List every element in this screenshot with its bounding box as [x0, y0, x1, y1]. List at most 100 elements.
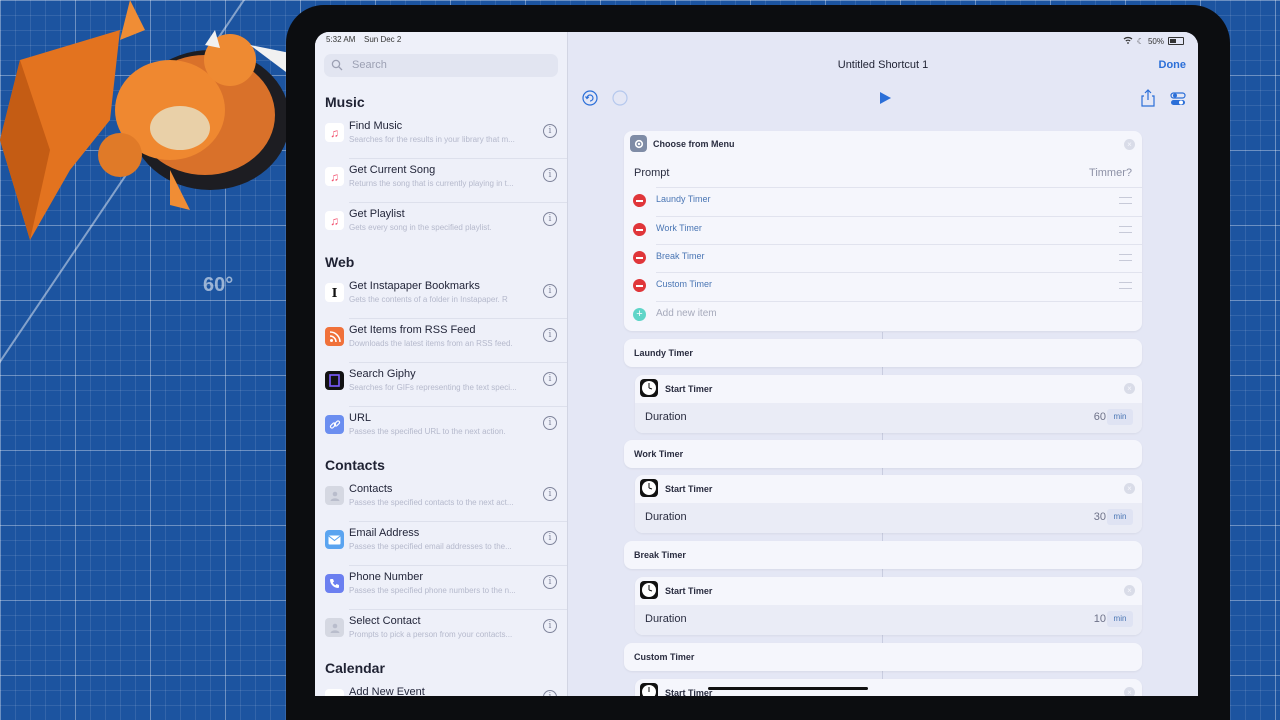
duration-row: Duration 60 min	[635, 403, 1142, 433]
action-title: Start Timer	[665, 688, 713, 696]
reorder-handle-icon[interactable]	[1119, 254, 1132, 261]
section-title-calendar: Calendar	[325, 660, 385, 676]
delete-item-icon[interactable]	[633, 251, 646, 264]
case-label: Break Timer	[634, 550, 686, 560]
action-description: Gets every song in the specified playlis…	[349, 223, 492, 232]
row-divider	[656, 187, 1142, 188]
info-icon[interactable]: i	[543, 487, 557, 501]
action-title: Get Playlist	[349, 208, 405, 220]
add-item-label: Add new item	[656, 308, 717, 319]
action-search-giphy[interactable]: Search Giphy Searches for GIFs represent…	[315, 363, 567, 407]
start-timer-action[interactable]: Start Timer × Duration 60 min	[635, 375, 1142, 433]
action-url[interactable]: URL Passes the specified URL to the next…	[315, 407, 567, 451]
action-contacts[interactable]: Contacts Passes the specified contacts t…	[315, 478, 567, 522]
action-title: Start Timer	[665, 586, 713, 596]
action-email-address[interactable]: Email Address Passes the specified email…	[315, 522, 567, 566]
duration-value-field[interactable]: 60	[1094, 411, 1106, 423]
action-select-contact[interactable]: Select Contact Prompts to pick a person …	[315, 610, 567, 654]
delete-item-icon[interactable]	[633, 194, 646, 207]
delete-item-icon[interactable]	[633, 223, 646, 236]
battery-icon	[1168, 37, 1184, 45]
action-get-playlist[interactable]: ♫ Get Playlist Gets every song in the sp…	[315, 203, 567, 247]
clock-icon	[640, 683, 658, 696]
info-icon[interactable]: i	[543, 284, 557, 298]
start-timer-action[interactable]: Start Timer × Duration 10 min	[635, 577, 1142, 635]
action-title: Get Items from RSS Feed	[349, 324, 476, 336]
menu-item[interactable]: Break Timer	[624, 244, 1142, 272]
action-title: Select Contact	[349, 615, 421, 627]
shortcut-title[interactable]: Untitled Shortcut 1	[568, 59, 1198, 71]
menu-item-label[interactable]: Laundy Timer	[656, 194, 711, 204]
done-button[interactable]: Done	[1159, 59, 1187, 71]
music-note-icon: ♫	[325, 167, 344, 186]
info-icon[interactable]: i	[543, 124, 557, 138]
action-description: Passes the specified URL to the next act…	[349, 427, 506, 436]
menu-item[interactable]: Laundy Timer	[624, 187, 1142, 215]
music-note-icon: ♫	[325, 211, 344, 230]
clock-icon	[640, 581, 658, 599]
info-icon[interactable]: i	[543, 328, 557, 342]
menu-item-label[interactable]: Custom Timer	[656, 279, 712, 289]
action-phone-number[interactable]: Phone Number Passes the specified phone …	[315, 566, 567, 610]
close-icon[interactable]: ×	[1124, 585, 1135, 596]
delete-item-icon[interactable]	[633, 279, 646, 292]
action-find-music[interactable]: ♫ Find Music Searches for the results in…	[315, 115, 567, 159]
close-icon[interactable]: ×	[1124, 139, 1135, 150]
info-icon[interactable]: i	[543, 531, 557, 545]
close-icon[interactable]: ×	[1124, 383, 1135, 394]
reorder-handle-icon[interactable]	[1119, 197, 1132, 204]
clock-icon	[640, 479, 658, 497]
prompt-field[interactable]: Timmer?	[1089, 167, 1132, 179]
close-icon[interactable]: ×	[1124, 483, 1135, 494]
info-icon[interactable]: i	[543, 212, 557, 226]
info-icon[interactable]: i	[543, 690, 557, 696]
reorder-handle-icon[interactable]	[1119, 282, 1132, 289]
menu-item-label[interactable]: Break Timer	[656, 251, 705, 261]
search-placeholder: Search	[352, 59, 387, 71]
info-icon[interactable]: i	[543, 372, 557, 386]
undo-icon[interactable]	[582, 90, 598, 106]
play-icon[interactable]	[878, 91, 892, 105]
info-icon[interactable]: i	[543, 416, 557, 430]
duration-value-field[interactable]: 30	[1094, 511, 1106, 523]
duration-row: Duration 30 min	[635, 503, 1142, 533]
duration-label: Duration	[645, 613, 687, 625]
choose-from-menu-action[interactable]: Choose from Menu × Prompt Timmer? Laundy…	[624, 131, 1142, 331]
action-get-instapaper-bookmarks[interactable]: I Get Instapaper Bookmarks Gets the cont…	[315, 275, 567, 319]
action-get-items-rss[interactable]: Get Items from RSS Feed Downloads the la…	[315, 319, 567, 363]
clock-icon	[640, 379, 658, 397]
row-divider	[656, 301, 1142, 302]
search-input[interactable]: Search	[324, 54, 558, 77]
action-add-new-event[interactable]: Add New Event i	[315, 681, 567, 696]
action-description: Downloads the latest items from an RSS f…	[349, 339, 513, 348]
row-divider	[656, 244, 1142, 245]
action-title: Start Timer	[665, 484, 713, 494]
info-icon[interactable]: i	[543, 168, 557, 182]
info-icon[interactable]: i	[543, 575, 557, 589]
reorder-handle-icon[interactable]	[1119, 226, 1132, 233]
duration-unit-button[interactable]: min	[1107, 611, 1133, 627]
action-description: Prompts to pick a person from your conta…	[349, 630, 513, 639]
close-icon[interactable]: ×	[1124, 687, 1135, 696]
duration-unit-button[interactable]: min	[1107, 409, 1133, 425]
share-icon[interactable]	[1140, 89, 1156, 107]
menu-item-label[interactable]: Work Timer	[656, 223, 702, 233]
action-title: Get Current Song	[349, 164, 436, 176]
start-timer-action[interactable]: Start Timer × Duration 30 min	[635, 475, 1142, 533]
add-menu-item-button[interactable]: + Add new item	[624, 301, 1142, 329]
status-indicators: ☾ 50%	[1123, 36, 1184, 46]
duration-unit-button[interactable]: min	[1107, 509, 1133, 525]
phone-icon	[325, 574, 344, 593]
menu-gear-icon	[630, 135, 647, 152]
info-icon[interactable]: i	[543, 619, 557, 633]
menu-item[interactable]: Work Timer	[624, 216, 1142, 244]
redo-icon[interactable]	[612, 90, 628, 106]
menu-item[interactable]: Custom Timer	[624, 272, 1142, 300]
action-get-current-song[interactable]: ♫ Get Current Song Returns the song that…	[315, 159, 567, 203]
actions-sidebar: 5:32 AM Sun Dec 2 Search Music ♫ Find Mu…	[315, 32, 568, 696]
menu-case-header: Laundy Timer	[624, 339, 1142, 367]
duration-value-field[interactable]: 10	[1094, 613, 1106, 625]
settings-toggle-icon[interactable]	[1170, 91, 1186, 107]
prompt-label: Prompt	[634, 167, 670, 179]
action-description: Gets the contents of a folder in Instapa…	[349, 295, 508, 304]
